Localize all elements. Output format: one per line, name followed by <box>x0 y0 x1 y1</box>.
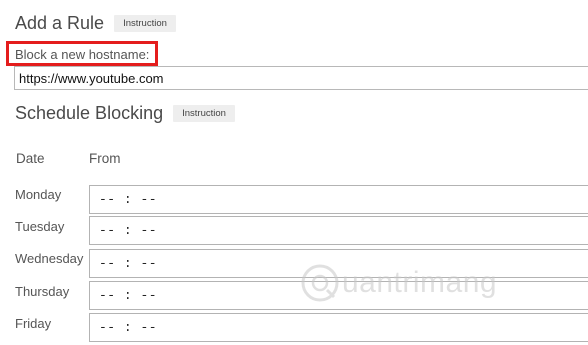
watermark: uantrimang <box>300 263 497 303</box>
day-label-monday: Monday <box>15 187 62 202</box>
schedule-header: Schedule Blocking Instruction <box>15 103 235 124</box>
day-label-tuesday: Tuesday <box>15 219 65 234</box>
watermark-text: uantrimang <box>342 266 498 299</box>
quantrimang-logo-icon <box>301 264 339 302</box>
from-time-input-tuesday[interactable]: -- : -- <box>89 216 588 245</box>
column-header-from: From <box>89 151 121 166</box>
hostname-label-highlight: Block a new hostname: <box>6 41 158 66</box>
add-rule-header: Add a Rule Instruction <box>15 13 176 34</box>
day-label-wednesday: Wednesday <box>15 251 84 266</box>
from-time-input-friday[interactable]: -- : -- <box>89 313 588 342</box>
from-time-input-monday[interactable]: -- : -- <box>89 185 588 214</box>
schedule-title: Schedule Blocking <box>15 103 164 123</box>
column-header-date: Date <box>16 151 45 166</box>
day-label-friday: Friday <box>15 316 52 331</box>
settings-page: Add a Rule Instruction Block a new hostn… <box>0 0 588 345</box>
hostname-label: Block a new hostname: <box>15 47 150 62</box>
hostname-input[interactable] <box>14 66 588 90</box>
day-label-thursday: Thursday <box>15 284 70 299</box>
schedule-instruction-button[interactable]: Instruction <box>173 105 235 122</box>
add-rule-title: Add a Rule <box>15 13 105 33</box>
add-rule-instruction-button[interactable]: Instruction <box>114 15 176 32</box>
